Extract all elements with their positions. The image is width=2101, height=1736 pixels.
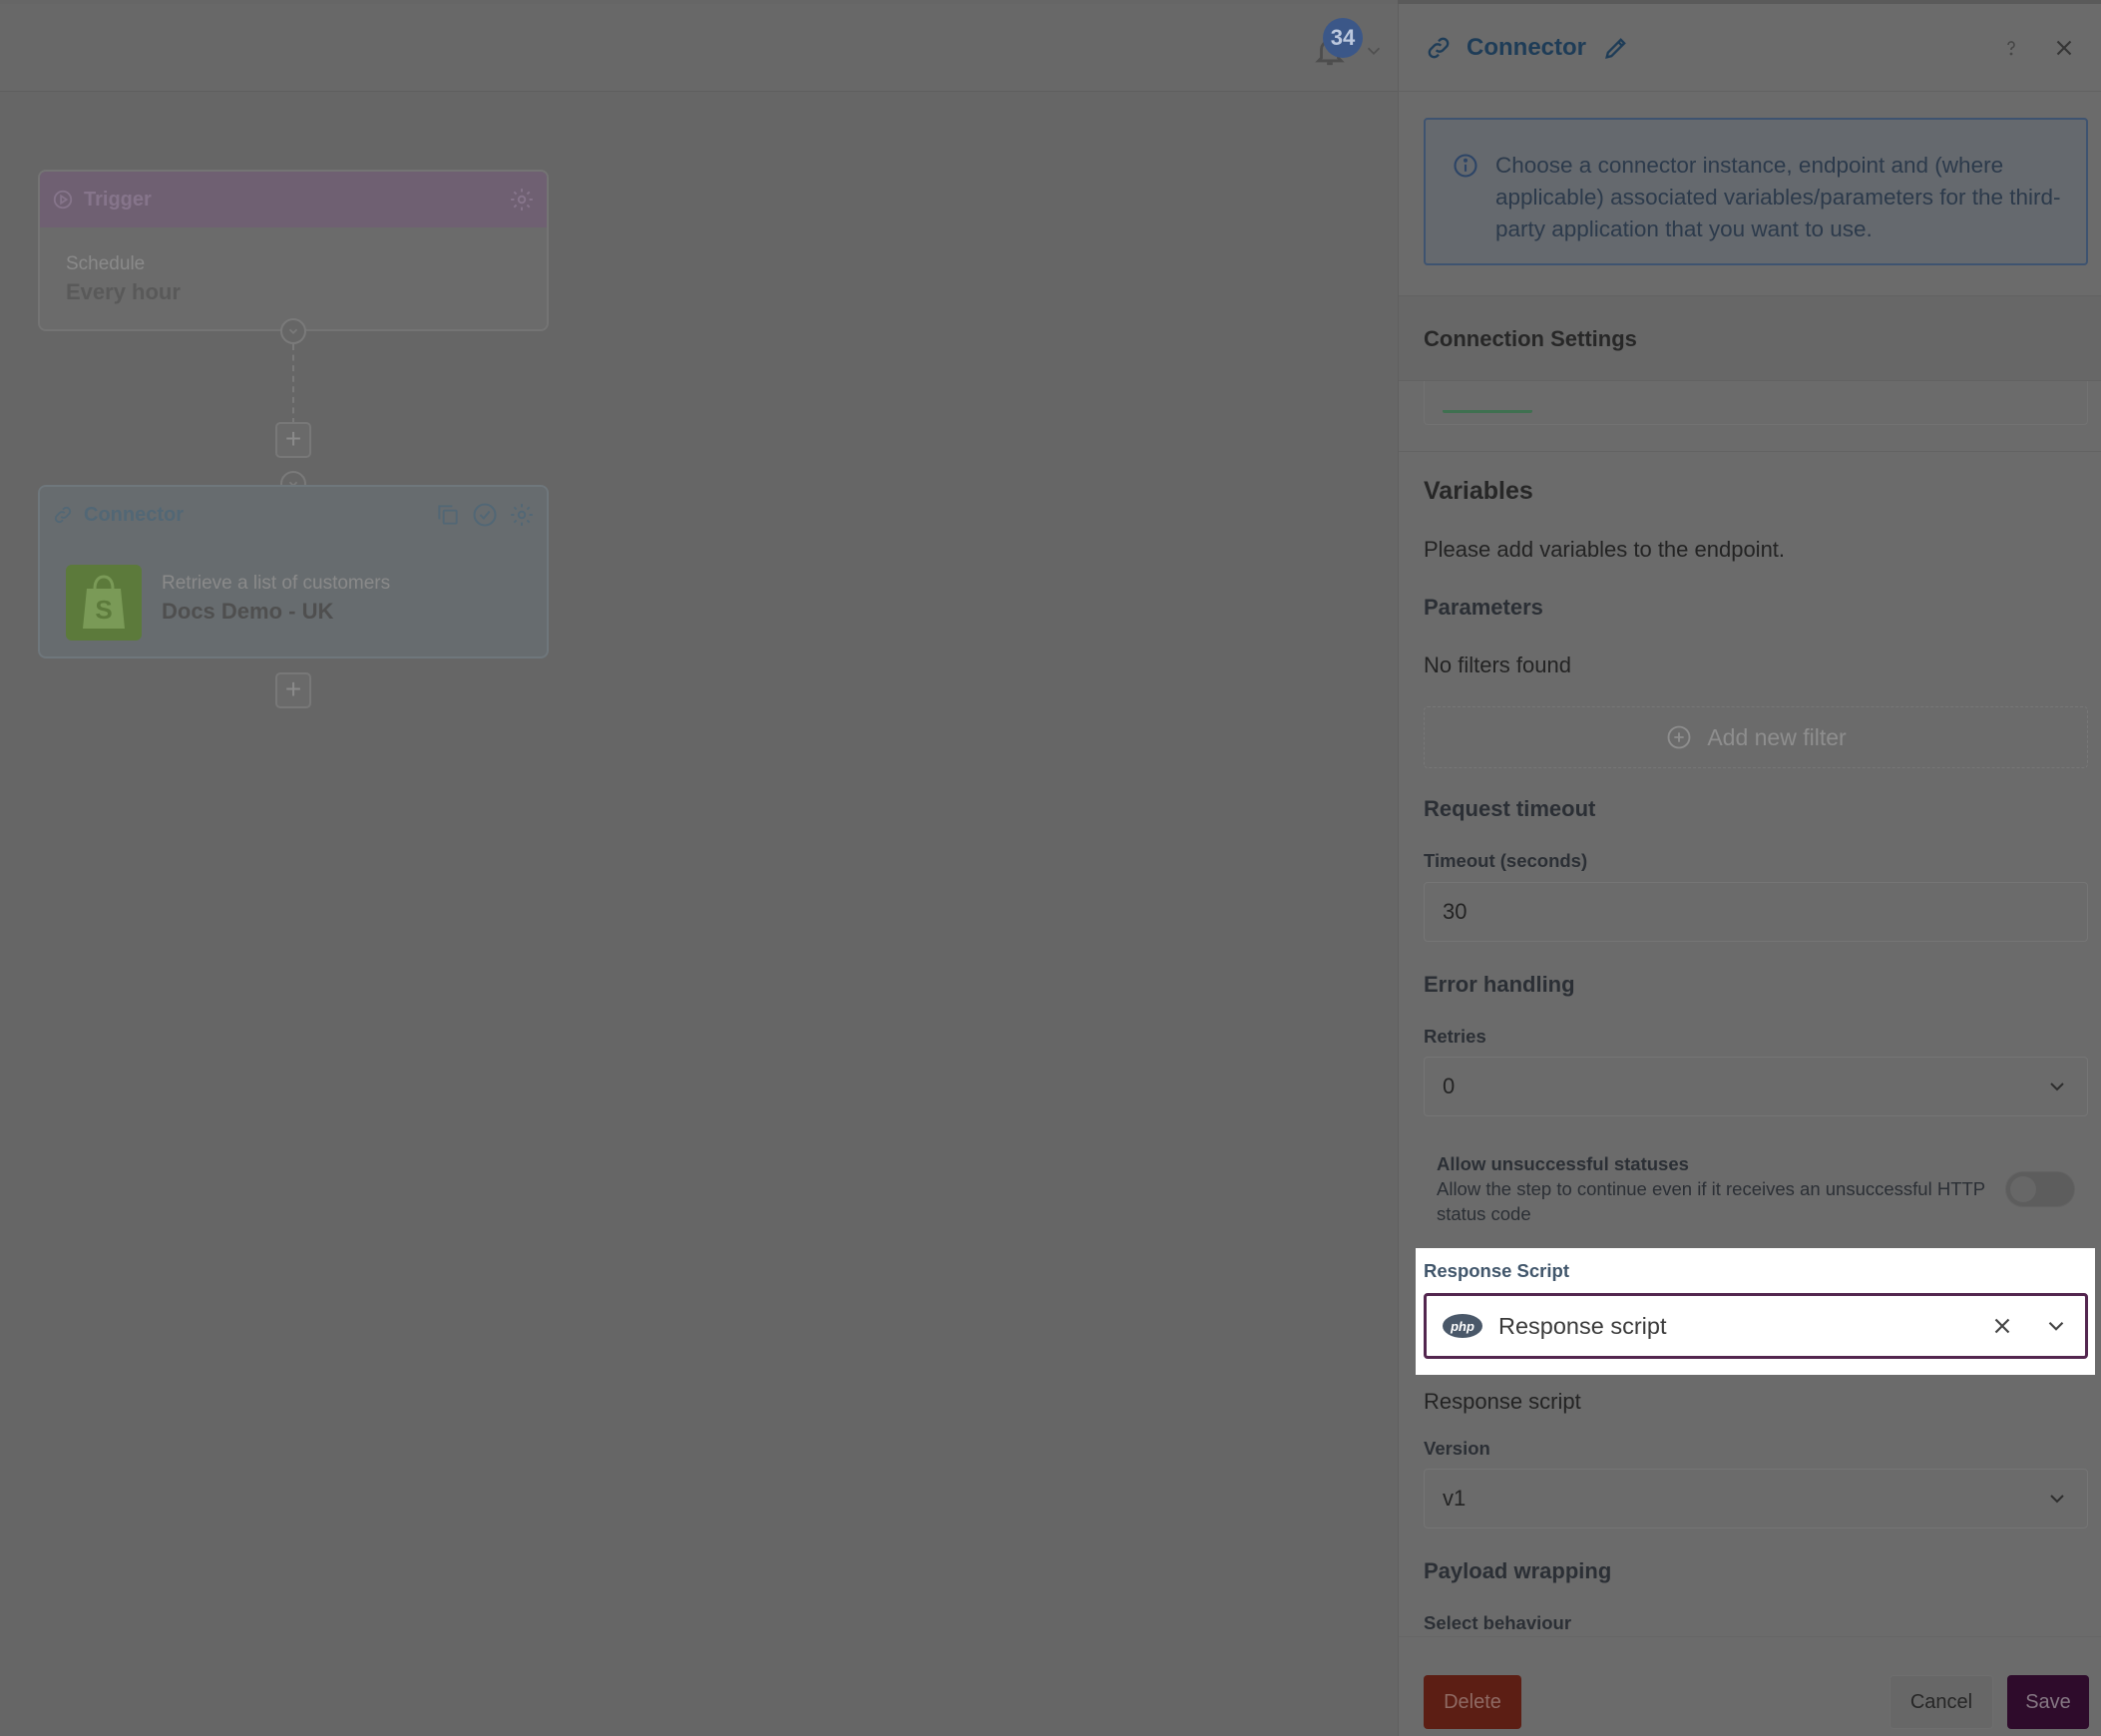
response-script-select[interactable]: php Response script (1424, 1293, 2088, 1359)
copy-icon[interactable] (435, 502, 461, 528)
connector-card-header: Connector (40, 487, 547, 543)
chevron-down-icon (2050, 1083, 2064, 1091)
connection-field-partial (1424, 381, 2088, 425)
timeout-label: Timeout (seconds) (1424, 850, 1588, 871)
version-select[interactable]: v1 (1424, 1469, 2088, 1528)
retries-label: Retries (1424, 1026, 1486, 1047)
allow-unsuccessful-toggle[interactable] (2005, 1171, 2075, 1207)
timeout-input[interactable]: 30 (1424, 882, 2088, 942)
divider (1399, 451, 2101, 452)
allow-unsuccessful-title: Allow unsuccessful statuses (1437, 1153, 1689, 1174)
chevron-down-icon (2050, 1495, 2064, 1504)
panel-footer: Delete Cancel Save (1399, 1636, 2101, 1736)
retries-value: 0 (1443, 1074, 1456, 1098)
svg-text:S: S (95, 595, 112, 625)
response-script-selected: Response script (1498, 1312, 1667, 1339)
close-icon[interactable] (2051, 35, 2077, 61)
play-circle-icon (53, 190, 73, 210)
connector-step-card[interactable]: Connector S Retrieve a list of customers… (38, 485, 549, 658)
add-step-button[interactable]: + (275, 672, 311, 708)
info-text: Choose a connector instance, endpoint an… (1495, 153, 2061, 241)
connector-instance-name: Docs Demo - UK (162, 599, 334, 624)
allow-unsuccessful-statuses-text: Allow unsuccessful statuses Allow the st… (1437, 1151, 1995, 1226)
chevron-down-icon[interactable] (1363, 40, 1385, 62)
delete-button[interactable]: Delete (1424, 1675, 1521, 1729)
trigger-step-card[interactable]: Trigger Schedule Every hour (38, 170, 549, 331)
php-icon: php (1443, 1314, 1482, 1338)
request-timeout-heading: Request timeout (1424, 796, 1596, 821)
payload-wrapping-heading: Payload wrapping (1424, 1558, 1612, 1583)
trigger-title: Trigger (84, 188, 152, 211)
variables-text: Please add variables to the endpoint. (1424, 537, 1786, 562)
error-handling-heading: Error handling (1424, 972, 1575, 997)
panel-title: Connector (1467, 33, 1586, 61)
workflow-canvas: 34 Trigger Schedule Every hour + Connect… (0, 0, 1398, 1736)
notification-count-badge: 34 (1323, 18, 1363, 58)
response-script-label: Response Script (1424, 1260, 1569, 1281)
select-behaviour-label: Select behaviour (1424, 1612, 1572, 1633)
shopify-logo: S (66, 565, 142, 641)
link-icon (54, 506, 72, 524)
retries-select[interactable]: 0 (1424, 1057, 2088, 1116)
connection-settings-heading: Connection Settings (1424, 326, 1637, 351)
add-step-button[interactable]: + (275, 422, 311, 458)
plus-circle-icon (1667, 725, 1691, 749)
help-icon[interactable] (1999, 36, 2023, 60)
info-callout: Choose a connector instance, endpoint an… (1424, 118, 2088, 265)
response-script-name: Response script (1424, 1389, 1581, 1414)
clear-icon[interactable] (1989, 1313, 2015, 1339)
version-value: v1 (1443, 1486, 1467, 1511)
pencil-icon[interactable] (1602, 34, 1630, 62)
response-script-highlight: Response Script php Response script (1416, 1248, 2095, 1375)
gear-icon[interactable] (509, 502, 535, 528)
timeout-value: 30 (1443, 899, 1468, 924)
cancel-button[interactable]: Cancel (1890, 1675, 1993, 1729)
connection-settings-section[interactable]: Connection Settings (1399, 295, 2101, 381)
flow-connector-line (292, 344, 294, 424)
connector-title: Connector (84, 503, 184, 526)
trigger-card-header: Trigger (40, 172, 547, 227)
connector-endpoint-label: Retrieve a list of customers (162, 573, 391, 594)
add-new-filter-button[interactable]: Add new filter (1424, 706, 2088, 768)
gear-icon[interactable] (509, 187, 535, 213)
panel-header: Connector (1399, 4, 2101, 92)
trigger-schedule-value: Every hour (66, 279, 181, 304)
version-label: Version (1424, 1438, 1490, 1459)
connector-settings-panel: Connector Choose a connector instance, e… (1398, 4, 2101, 1736)
variables-heading: Variables (1424, 477, 1533, 505)
parameters-heading: Parameters (1424, 595, 1543, 620)
link-icon (1428, 37, 1450, 58)
collapse-connector-icon[interactable] (280, 318, 306, 344)
save-button[interactable]: Save (2007, 1675, 2089, 1729)
no-filters-text: No filters found (1424, 652, 1571, 677)
canvas-header: 34 (0, 4, 1398, 92)
check-circle-icon[interactable] (471, 501, 499, 529)
allow-unsuccessful-description: Allow the step to continue even if it re… (1437, 1178, 1985, 1224)
trigger-schedule-label: Schedule (66, 253, 146, 274)
info-icon (1454, 154, 1477, 178)
add-new-filter-label: Add new filter (1707, 723, 1847, 750)
chevron-down-icon[interactable] (2043, 1313, 2069, 1339)
